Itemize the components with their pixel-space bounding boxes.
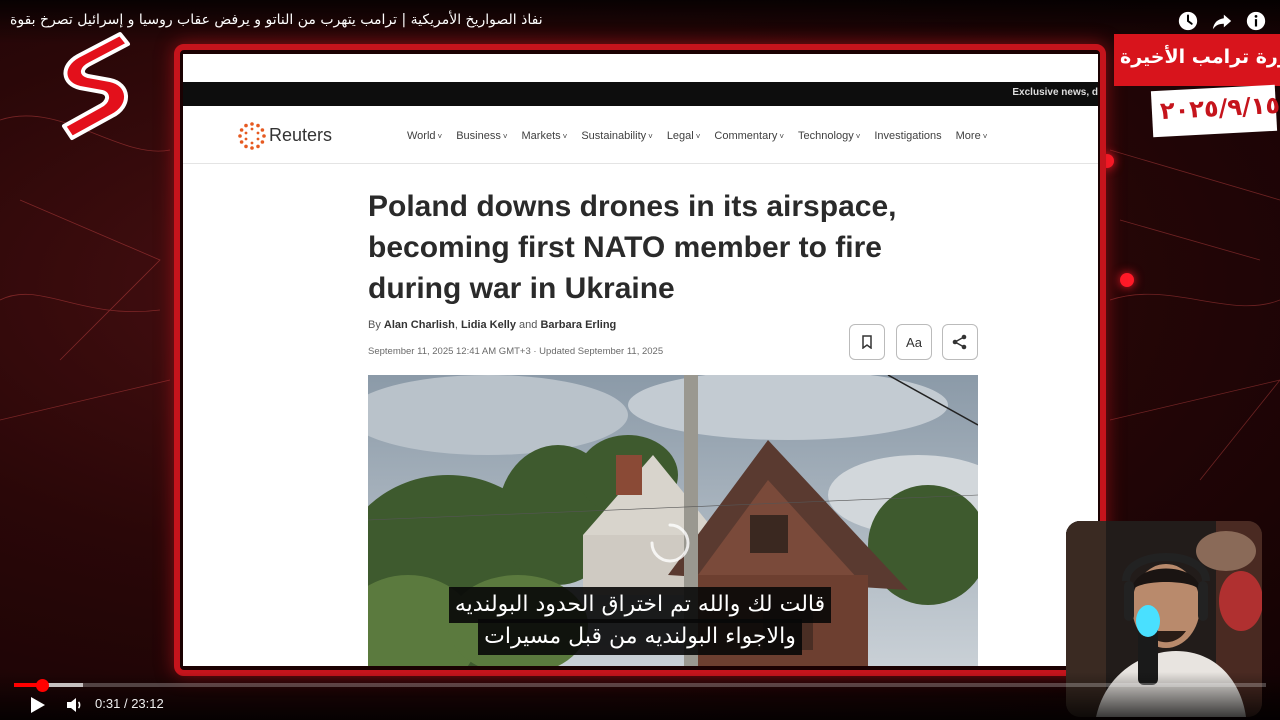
time-separator: / (123, 696, 128, 711)
info-icon[interactable] (1245, 10, 1267, 32)
nav-item-more[interactable]: More ˅ (956, 130, 988, 142)
nav-item-investigations[interactable]: Investigations (874, 130, 941, 142)
volume-icon[interactable] (64, 695, 84, 715)
chevron-down-icon: ˅ (648, 132, 653, 141)
nav-item-business[interactable]: Business ˅ (456, 130, 507, 142)
exclusive-strip[interactable]: Exclusive news, d (183, 82, 1098, 106)
chevron-down-icon: ˅ (779, 132, 785, 141)
channel-logo (62, 32, 130, 140)
nav-item-label: Technology (798, 130, 854, 142)
subtitle-line: والاجواء البولنديه من قبل مسيرات (478, 619, 802, 655)
nav-item-label: World (407, 130, 436, 142)
current-time: 0:31 (95, 696, 121, 711)
reuters-logo-icon[interactable] (237, 121, 267, 151)
live-dot (1120, 273, 1134, 287)
nav-item-label: Markets (521, 130, 561, 142)
nav-item-sustainability[interactable]: Sustainability ˅ (581, 130, 653, 142)
site-nav: Reuters World ˅ Business ˅ Markets ˅ Sustainab… (183, 106, 1098, 164)
top-bar: نفاذ الصواريخ الأمريكية | ترامب يتهرب من… (0, 0, 1280, 44)
text-size-button[interactable]: Aa (896, 324, 932, 360)
nav-menu: World ˅ Business ˅ Markets ˅ Sustainability ˅ Le… (407, 130, 1001, 142)
clock-icon[interactable] (1177, 10, 1199, 32)
author-link[interactable]: Alan Charlish (384, 319, 455, 331)
progress-bar[interactable] (14, 683, 1266, 687)
exclusive-text: Exclusive news, d (1012, 87, 1098, 98)
article-share-button[interactable] (942, 324, 978, 360)
progress-scrubber[interactable] (35, 679, 49, 692)
chevron-down-icon: ˅ (855, 132, 861, 141)
nav-item-label: More (955, 130, 981, 142)
subtitles: قالت لك والله تم اختراق الحدود البولنديه… (0, 587, 1280, 655)
nav-item-label: Business (456, 130, 501, 142)
bookmark-button[interactable] (849, 324, 885, 360)
video-player[interactable]: نفاذ الصواريخ الأمريكية | ترامب يتهرب من… (0, 0, 1280, 720)
nav-item-label: Commentary (714, 130, 778, 142)
author-link[interactable]: Barbara Erling (540, 319, 616, 331)
duration: 23:12 (131, 696, 164, 711)
play-icon[interactable] (26, 694, 48, 716)
byline-and: and (519, 319, 538, 331)
nav-item-markets[interactable]: Markets ˅ (522, 130, 568, 142)
nav-item-technology[interactable]: Technology ˅ (798, 130, 860, 142)
episode-badge-title: مجزرة ترامب الأخيرة (1120, 46, 1280, 68)
nav-item-legal[interactable]: Legal ˅ (667, 130, 701, 142)
byline-prefix: By (368, 319, 381, 331)
author-link[interactable]: Lidia Kelly (461, 319, 516, 331)
nav-item-commentary[interactable]: Commentary ˅ (714, 130, 784, 142)
nav-item-label: Investigations (874, 130, 942, 142)
brand-name[interactable]: Reuters (269, 125, 332, 146)
nav-item-label: Legal (666, 130, 694, 142)
player-controls: 0:31 / 23:12 (0, 672, 1280, 720)
loading-spinner-icon (650, 523, 690, 563)
article-dateline: September 11, 2025 12:41 AM GMT+3 · Upda… (368, 346, 664, 357)
byline: By Alan Charlish, Lidia Kelly and Barbar… (368, 319, 617, 331)
bookmark-icon (862, 335, 872, 349)
nav-item-world[interactable]: World ˅ (407, 130, 442, 142)
subtitle-line: قالت لك والله تم اختراق الحدود البولنديه (448, 587, 832, 623)
share-nodes-icon (952, 334, 967, 350)
text-size-label: Aa (906, 334, 922, 350)
chevron-down-icon: ˅ (695, 132, 701, 141)
chevron-down-icon: ˅ (437, 132, 443, 141)
chevron-down-icon: ˅ (982, 132, 988, 141)
time-display: 0:31 / 23:12 (95, 696, 164, 711)
nav-item-label: Sustainability (581, 130, 647, 142)
chevron-down-icon: ˅ (562, 132, 568, 141)
article-headline: Poland downs drones in its airspace, bec… (368, 190, 897, 305)
share-arrow-icon[interactable] (1211, 10, 1233, 32)
chevron-down-icon: ˅ (502, 132, 508, 141)
